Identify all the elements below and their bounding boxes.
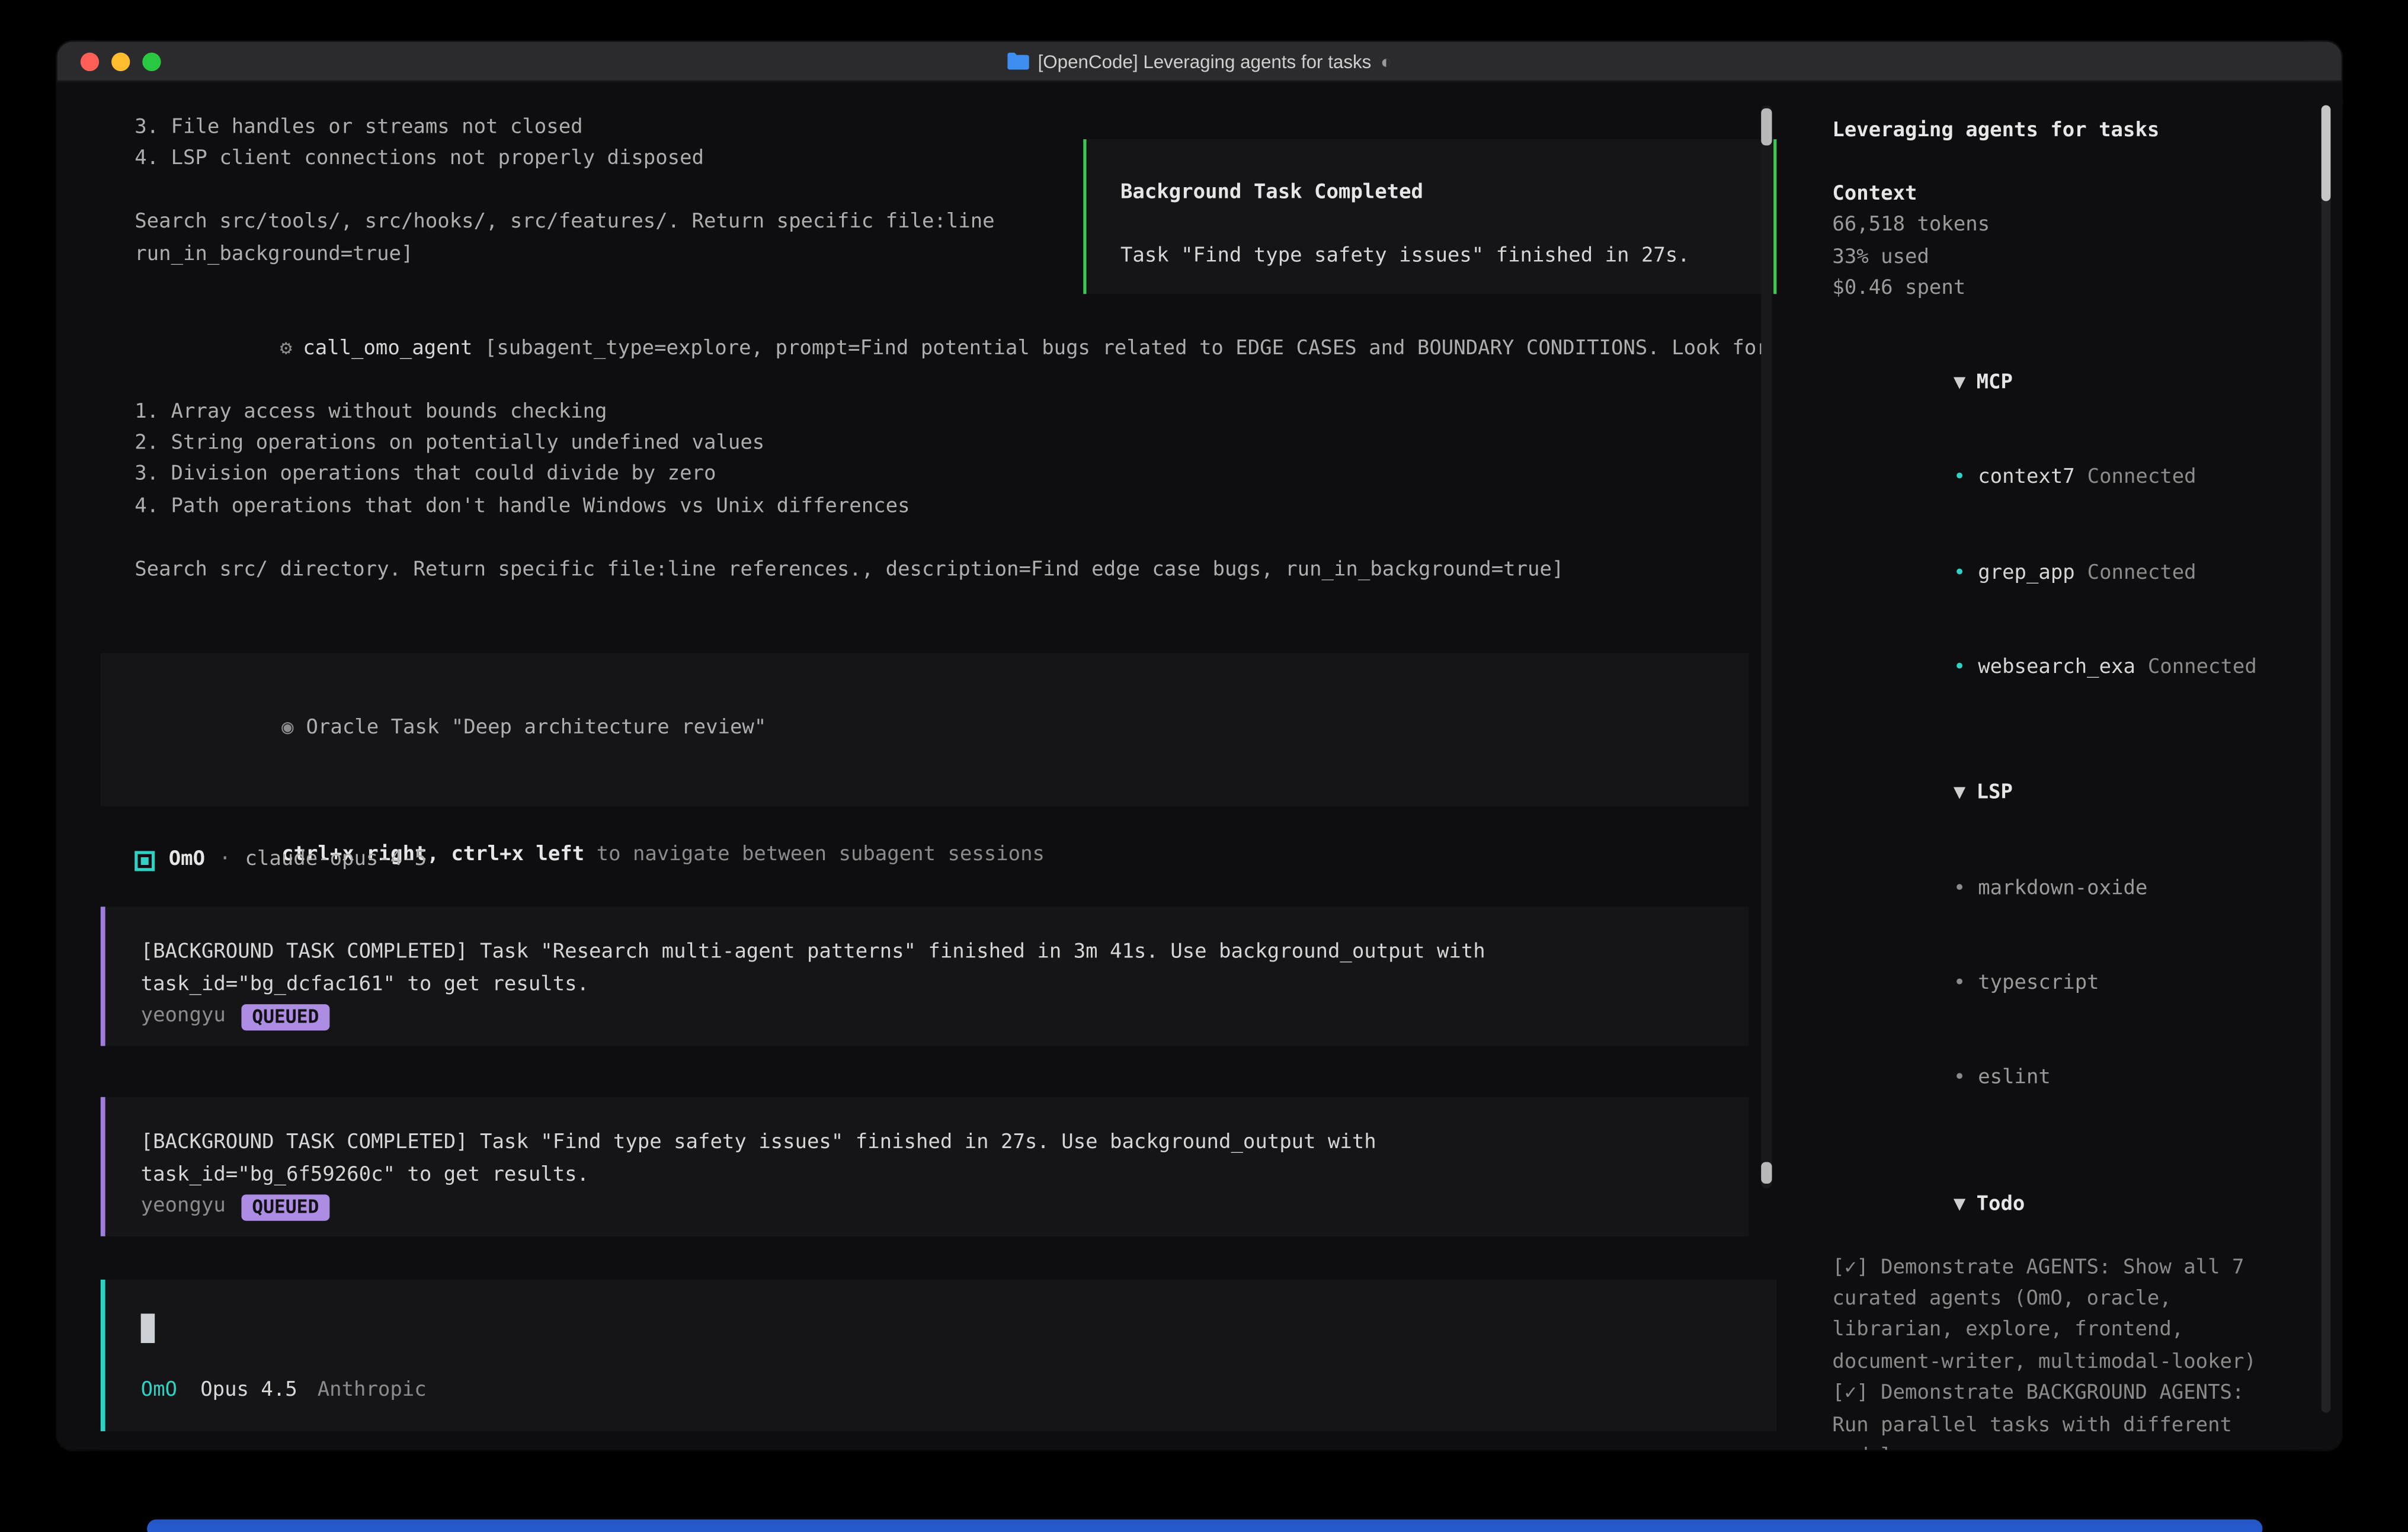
- input-model-provider: Anthropic: [318, 1376, 427, 1407]
- spinner-dots-icon: ••••••••: [108, 1446, 235, 1450]
- todo-section-heading: ▼Todo: [1832, 1158, 2341, 1253]
- oracle-nav-hint-text: to navigate between subagent sessions: [584, 844, 1045, 867]
- terminal-line: 4. Path operations that don't handle Win…: [135, 492, 1806, 523]
- gear-icon: ⚙: [280, 337, 292, 360]
- mcp-item: •context7Connected: [1832, 432, 2341, 527]
- terminal-line: Search src/ directory. Return specific f…: [135, 555, 1806, 586]
- esc-keyhint: escinterrupt: [262, 1446, 419, 1450]
- bullet-icon: •: [1954, 466, 1965, 489]
- mcp-section-heading: ▼MCP: [1832, 337, 2341, 432]
- terminal-line: 1. Array access without bounds checking: [135, 397, 1806, 428]
- mcp-item: •websearch_exaConnected: [1832, 621, 2341, 716]
- folder-icon: [1007, 53, 1029, 70]
- bullet-icon: •: [1954, 656, 1965, 679]
- bullet-icon: •: [1954, 561, 1965, 584]
- tool-call-name: call_omo_agent: [303, 337, 472, 360]
- oracle-task-title-line: ◉ Oracle Task "Deep architecture review": [136, 682, 1749, 777]
- chat-scrollbar-thumb[interactable]: [1761, 1162, 1772, 1184]
- bullet-icon: •: [1954, 1066, 1965, 1089]
- loading-indicator-icon: ◐: [1381, 50, 1392, 72]
- context-tokens: 66,518 tokens: [1832, 211, 2341, 242]
- chevron-down-icon: ▼: [1954, 1193, 1965, 1216]
- context-heading: Context: [1832, 179, 2341, 210]
- terminal-line: 3. Division operations that could divide…: [135, 460, 1806, 492]
- todo-item: [✓] Demonstrate AGENTS: Show all 7 curat…: [1832, 1252, 2297, 1379]
- window-title-text: [OpenCode] Leveraging agents for tasks: [1038, 50, 1372, 72]
- chat-main-area: 3. File handles or streams not closed 4.…: [57, 82, 1806, 1448]
- session-sidebar: Leveraging agents for tasks Context 66,5…: [1806, 82, 2342, 1448]
- chat-scrollbar-thumb[interactable]: [1761, 108, 1772, 146]
- context-spent: $0.46 spent: [1832, 274, 2341, 305]
- agent-separator: ·: [219, 845, 231, 876]
- bullet-icon: •: [1954, 972, 1965, 995]
- background-task-message: [BACKGROUND TASK COMPLETED] Task "Find t…: [101, 1098, 1749, 1237]
- message-user: yeongyu: [141, 1002, 226, 1033]
- zoom-button[interactable]: [142, 52, 161, 70]
- lsp-item: •typescript: [1832, 937, 2341, 1031]
- agent-icon: [135, 851, 155, 871]
- close-button[interactable]: [81, 52, 99, 70]
- oracle-task-title: Oracle Task "Deep architecture review": [306, 717, 766, 740]
- window-titlebar[interactable]: [OpenCode] Leveraging agents for tasks ◐: [57, 42, 2342, 82]
- toast-body: Task "Find type safety issues" finished …: [1120, 241, 1773, 273]
- agent-model: claude-opus-4-5: [245, 845, 427, 876]
- mcp-item: •grep_appConnected: [1832, 527, 2341, 621]
- chat-scrollbar[interactable]: [1761, 105, 1772, 1188]
- status-badge: QUEUED: [241, 1004, 330, 1030]
- commands-keyhint: ctrl+pcommands: [1596, 1446, 1777, 1450]
- lsp-item: •markdown-oxide: [1832, 842, 2341, 937]
- chevron-down-icon: ▼: [1954, 782, 1965, 805]
- message-text: [BACKGROUND TASK COMPLETED] Task "Find t…: [141, 1129, 1749, 1192]
- tab-keyhint: tabswitch agent: [1376, 1446, 1568, 1450]
- tool-call-args: [subagent_type=explore, prompt=Find pote…: [485, 337, 1769, 360]
- prompt-input[interactable]: OmO Opus 4.5 Anthropic: [101, 1280, 1777, 1432]
- context-used: 33% used: [1832, 242, 2341, 274]
- session-title: Leveraging agents for tasks: [1832, 116, 2341, 148]
- opencode-terminal-window: [OpenCode] Leveraging agents for tasks ◐…: [57, 42, 2342, 1450]
- message-user: yeongyu: [141, 1192, 226, 1223]
- lsp-section-heading: ▼LSP: [1832, 748, 2341, 842]
- background-window-edge: [147, 1520, 2262, 1532]
- input-model-name: Opus 4.5: [200, 1376, 297, 1407]
- bullet-icon: •: [1954, 877, 1965, 900]
- todo-item: [✓] Demonstrate BACKGROUND AGENTS: Run p…: [1832, 1379, 2297, 1450]
- message-meta: yeongyu QUEUED: [141, 1002, 1749, 1033]
- status-badge: QUEUED: [241, 1194, 330, 1220]
- sidebar-scrollbar-thumb[interactable]: [2321, 105, 2331, 201]
- oracle-task-panel: ◉Oracle Task "Deep architecture review" …: [101, 653, 1749, 806]
- lsp-item: •eslint: [1832, 1031, 2341, 1126]
- text-cursor: [141, 1315, 155, 1344]
- window-title: [OpenCode] Leveraging agents for tasks ◐: [57, 50, 2342, 72]
- input-agent-name: OmO: [141, 1376, 177, 1407]
- app-content: 3. File handles or streams not closed 4.…: [57, 82, 2342, 1448]
- background-task-message: [BACKGROUND TASK COMPLETED] Task "Resear…: [101, 908, 1749, 1047]
- terminal-line: [135, 523, 1806, 555]
- model-selector-line[interactable]: OmO Opus 4.5 Anthropic: [141, 1376, 1777, 1407]
- fisheye-icon: ◉: [281, 717, 293, 740]
- traffic-lights: [57, 52, 161, 70]
- agent-name: OmO: [169, 845, 205, 876]
- chevron-down-icon: ▼: [1954, 371, 1965, 395]
- message-meta: yeongyu QUEUED: [141, 1192, 1749, 1223]
- status-bar: •••••••• escinterrupt tabswitch agent ct…: [57, 1446, 1806, 1450]
- message-text: [BACKGROUND TASK COMPLETED] Task "Resear…: [141, 938, 1749, 1002]
- sidebar-scrollbar[interactable]: [2321, 105, 2331, 1413]
- minimize-button[interactable]: [111, 52, 130, 70]
- toast-title: Background Task Completed: [1120, 178, 1773, 209]
- background-task-toast[interactable]: Background Task Completed Task "Find typ…: [1083, 139, 1776, 294]
- desktop: [OpenCode] Leveraging agents for tasks ◐…: [0, 0, 2408, 1532]
- terminal-line: 2. String operations on potentially unde…: [135, 429, 1806, 460]
- tool-call-line: ⚙ call_omo_agent [subagent_type=explore, …: [135, 302, 1806, 397]
